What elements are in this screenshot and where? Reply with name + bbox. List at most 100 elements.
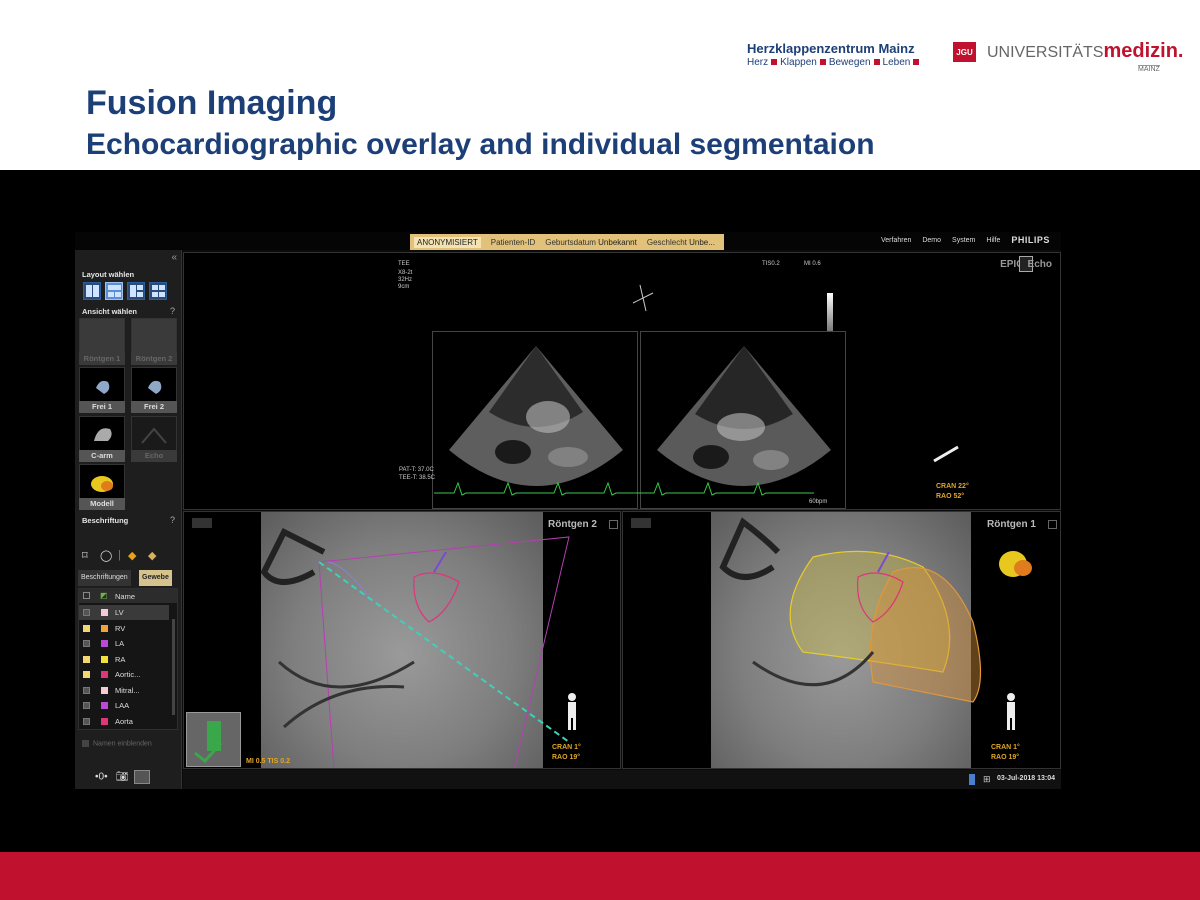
heart-model-icon	[148, 380, 162, 394]
view-help-icon[interactable]: ?	[170, 306, 175, 316]
ecg-trace	[434, 481, 814, 496]
tissue-name: Aorta	[115, 716, 133, 726]
layout-1-2-button[interactable]	[105, 282, 123, 300]
tissue-color-swatch[interactable]	[101, 717, 108, 725]
tissue-row[interactable]: Aorta	[79, 714, 169, 729]
philips-logo: PHILIPS	[1011, 235, 1050, 245]
anonymized-badge: ANONYMISIERT	[414, 236, 481, 248]
patient-id-label: Patienten-ID	[490, 237, 536, 247]
annotation-header: Beschriftung	[82, 516, 129, 525]
tissue-name: LAA	[115, 701, 130, 710]
footer-band	[0, 852, 1200, 900]
jgu-logo: JGU	[953, 42, 976, 62]
tissue-visibility-checkbox[interactable]	[83, 655, 90, 663]
r2-mi-tis: MI 0.5 TIS 0.2	[246, 758, 290, 765]
tissue-row[interactable]: LAA	[79, 698, 169, 713]
export-icon[interactable]	[134, 770, 151, 784]
echo-cran-angle: CRAN 22°	[936, 483, 969, 490]
tissue-visibility-checkbox[interactable]	[83, 609, 90, 616]
heart-segmentation-icon	[91, 476, 113, 492]
view-label-carm: C-arm	[79, 450, 125, 462]
birthdate-field: Geburtsdatum Unbekannt	[545, 237, 637, 247]
layout-2x1-button[interactable]	[83, 282, 101, 300]
annotation-help-icon[interactable]: ?	[170, 515, 175, 525]
tissue-list: ◩ Name LV RV LA RA Aortic... Mitral... LAA Aort…	[78, 588, 178, 730]
tissue-visibility-checkbox[interactable]	[83, 640, 90, 647]
roentgen1-viewport[interactable]: Röntgen 1 CRAN 1° RAO 19°	[622, 511, 1061, 769]
tissue-color-swatch[interactable]	[101, 671, 108, 678]
tissue-name: RV	[115, 623, 126, 633]
tissue-list-scrollbar[interactable]	[172, 619, 175, 715]
tissue-row[interactable]: RA	[79, 652, 169, 667]
camera-icon[interactable]: 📷︎	[116, 772, 129, 783]
heart-model-3d-icon	[999, 551, 1032, 577]
patient-bar[interactable]: ANONYMISIERT Patienten-ID Geburtsdatum U…	[410, 234, 724, 250]
tissue-list-header: ◩ Name	[79, 589, 177, 603]
heart-rate: 60bpm	[809, 499, 828, 505]
menu-system[interactable]: System	[952, 237, 975, 245]
tissue-row[interactable]: LV	[79, 605, 169, 620]
sidebar-bottom-tools: •0• 📷︎	[95, 770, 151, 784]
tissue-color-swatch[interactable]	[101, 702, 108, 709]
tissue-color-swatch[interactable]	[101, 686, 108, 694]
pointer-icon[interactable]: •0•	[95, 772, 108, 783]
echo-probe-thumbnail[interactable]	[186, 712, 241, 767]
view-label-modell: Modell	[79, 498, 125, 510]
show-names-toggle[interactable]: Namen einblenden	[82, 740, 152, 747]
tissue-row[interactable]: RV	[79, 621, 169, 636]
view-label-echo: Echo	[131, 450, 177, 462]
ellipse-tool-icon[interactable]: ◯	[100, 549, 112, 562]
tissue-visibility-checkbox[interactable]	[83, 686, 90, 694]
tissue-row[interactable]: Mitral...	[79, 683, 169, 698]
probe-type: TEE	[398, 261, 410, 267]
tissue-visibility-checkbox[interactable]	[83, 717, 90, 725]
color-column-icon: ◩	[100, 591, 108, 600]
tissue-row[interactable]: LA	[79, 636, 169, 651]
echo-viewport[interactable]: EPIQ Echo TEE X8-2t 32Hz 9cm TIS0.2 MI 0…	[183, 252, 1061, 510]
tissue-visibility-checkbox[interactable]	[83, 702, 90, 709]
tissue-name: Aortic...	[115, 670, 141, 679]
logo-hkz-title: Herzklappenzentrum Mainz	[747, 41, 915, 56]
segment-tool-icon[interactable]: ◆	[128, 549, 136, 562]
layout-header: Layout wählen	[82, 270, 135, 279]
tissue-visibility-checkbox[interactable]	[83, 671, 90, 678]
tissue-row[interactable]: Aortic...	[79, 667, 169, 682]
tab-tissue[interactable]: Gewebe	[139, 570, 172, 586]
echo-rao-angle: RAO 52°	[936, 493, 965, 500]
menu-demo[interactable]: Demo	[922, 237, 941, 245]
tissue-color-swatch[interactable]	[101, 609, 108, 616]
tis-value: TIS0.2	[762, 261, 780, 267]
name-column-header: Name	[115, 592, 136, 601]
r1-rao-angle: RAO 19°	[991, 754, 1020, 761]
patient-orientation-icon	[933, 445, 959, 463]
maximize-icon[interactable]	[1048, 520, 1057, 529]
echo-param-3: 9cm	[398, 284, 410, 290]
roentgen2-viewport[interactable]: Röntgen 2 CRAN 1° RAO 19° MI 0.5 TIS 0.2	[183, 511, 621, 769]
segment-edit-icon[interactable]: ◆	[148, 549, 156, 562]
select-all-checkbox[interactable]	[83, 592, 90, 599]
tissue-name: Mitral...	[115, 685, 140, 695]
logo-mainz: MAINZ	[1138, 65, 1160, 73]
menu-verfahren[interactable]: Verfahren	[881, 237, 911, 245]
maximize-icon[interactable]	[609, 520, 618, 529]
universitaetsmedizin-logo: UNIVERSITÄTSmedizin.	[987, 40, 1184, 62]
tissue-color-swatch[interactable]	[101, 655, 108, 663]
patient-figure-icon	[1007, 693, 1015, 730]
tab-annotations[interactable]: Beschriftungen	[78, 570, 131, 586]
echonavigator-app: ANONYMISIERT Patienten-ID Geburtsdatum U…	[75, 232, 1061, 789]
tissue-visibility-checkbox[interactable]	[83, 624, 90, 632]
patient-figure-icon	[568, 693, 576, 730]
r1-cran-angle: CRAN 1°	[991, 744, 1020, 751]
tissue-color-swatch[interactable]	[101, 640, 108, 647]
sidebar: « Layout wählen Ansicht wählen ? Röntgen…	[75, 250, 182, 789]
collapse-sidebar-icon[interactable]: «	[171, 252, 177, 263]
separator-icon: |	[118, 549, 121, 561]
layout-1-2-vertical-button[interactable]	[127, 282, 145, 300]
measure-tool-icon[interactable]: ⌑	[82, 549, 88, 562]
view-label-frei2: Frei 2	[131, 401, 177, 413]
menu-hilfe[interactable]: Hilfe	[986, 237, 1000, 245]
layout-2x2-button[interactable]	[149, 282, 167, 300]
echo-param-1: X8-2t	[398, 270, 413, 276]
tissue-color-swatch[interactable]	[101, 624, 108, 632]
roentgen2-overlay	[260, 527, 570, 768]
